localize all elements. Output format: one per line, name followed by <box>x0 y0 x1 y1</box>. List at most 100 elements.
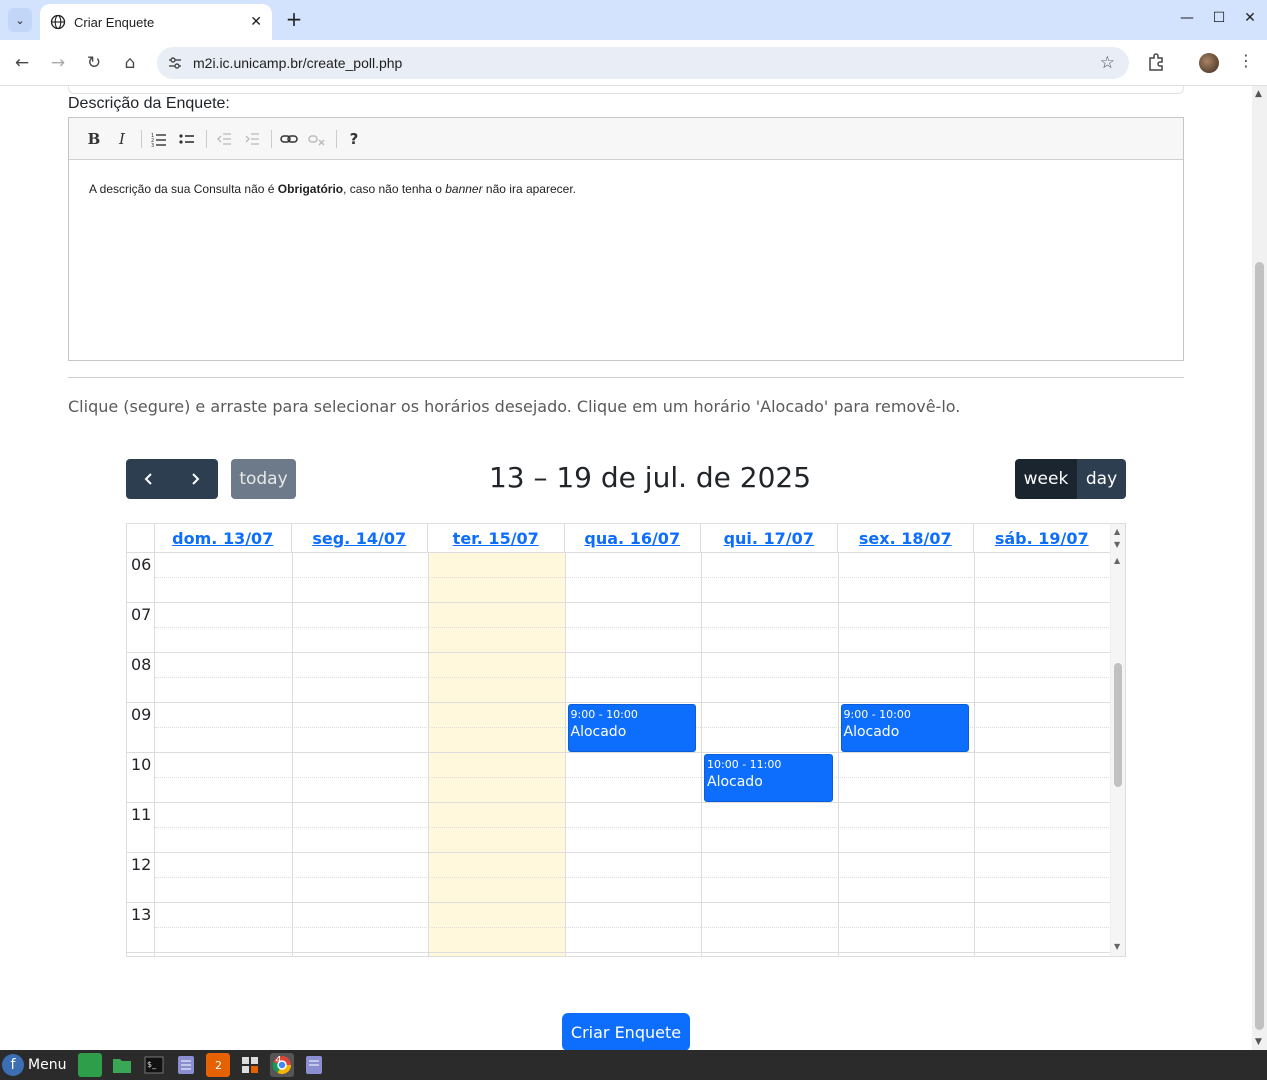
half-hour-line <box>155 677 1111 678</box>
hour-label: 13 <box>131 905 152 924</box>
time-slot-row[interactable]: 11 <box>127 803 1111 853</box>
content-italic-text: banner <box>445 182 483 196</box>
day-header-link[interactable]: sáb. 19/07 <box>974 524 1111 553</box>
hour-label: 10 <box>131 755 152 774</box>
browser-tab-strip: ⌄ Criar Enquete ✕ + — ☐ ✕ <box>0 0 1267 40</box>
bullet-list-icon[interactable] <box>174 126 200 152</box>
back-icon[interactable]: ← <box>11 52 33 74</box>
notes-icon[interactable] <box>302 1053 326 1077</box>
prev-week-button[interactable] <box>126 459 172 499</box>
time-slot-row[interactable]: 08 <box>127 653 1111 703</box>
files-icon[interactable] <box>110 1053 134 1077</box>
globe-icon <box>50 14 66 30</box>
fedora-logo-icon: f <box>2 1054 24 1076</box>
forward-icon[interactable]: → <box>47 52 69 74</box>
start-menu-button[interactable]: f Menu <box>2 1054 66 1076</box>
scroll-up-icon[interactable]: ▲ <box>1114 527 1120 536</box>
new-tab-button[interactable]: + <box>282 8 306 32</box>
url-text: m2i.ic.unicamp.br/create_poll.php <box>193 55 403 71</box>
event-title: Alocado <box>707 774 763 790</box>
allocated-event[interactable]: 9:00 - 10:00 Alocado <box>567 704 696 752</box>
page-scrollbar[interactable]: ▲ ▼ <box>1252 86 1267 1050</box>
ordered-list-icon[interactable]: 123 <box>146 126 172 152</box>
calendar-scroll-thumb[interactable] <box>1114 663 1122 787</box>
content-text: não ira aparecer. <box>482 182 576 196</box>
address-bar[interactable]: m2i.ic.unicamp.br/create_poll.php ☆ <box>157 47 1129 79</box>
desktop-icon[interactable] <box>78 1053 103 1077</box>
profile-avatar[interactable] <box>1199 53 1219 73</box>
scroll-down-icon[interactable]: ▼ <box>1114 540 1120 549</box>
day-header-link[interactable]: seg. 14/07 <box>292 524 428 553</box>
chrome-workspace-4-icon[interactable]: 4 <box>270 1053 295 1077</box>
day-header-link[interactable]: sex. 18/07 <box>838 524 974 553</box>
terminal-icon[interactable]: $_ <box>142 1053 166 1077</box>
day-header-link[interactable]: qua. 16/07 <box>565 524 701 553</box>
time-slot-row[interactable]: 07 <box>127 603 1111 653</box>
bold-button[interactable]: B <box>81 126 107 152</box>
event-title: Alocado <box>570 724 627 740</box>
tab-title: Criar Enquete <box>74 14 155 30</box>
day-view-button[interactable]: day <box>1077 459 1126 499</box>
time-slot-row[interactable]: 10 <box>127 753 1111 803</box>
indent-icon[interactable] <box>239 126 265 152</box>
workspace-2-app-icon[interactable]: 2 <box>206 1053 231 1077</box>
scroll-up-icon[interactable]: ▲ <box>1114 556 1120 565</box>
hour-label: 11 <box>131 805 152 824</box>
week-calendar[interactable]: dom. 13/07 seg. 14/07 ter. 15/07 qua. 16/07… <box>126 523 1126 957</box>
editor-content[interactable]: A descrição da sua Consulta não é Obriga… <box>69 160 1183 218</box>
minimize-icon[interactable]: — <box>1177 10 1197 26</box>
tab-search-icon[interactable]: ⌄ <box>8 8 32 32</box>
day-column-divider <box>837 553 839 956</box>
chevron-right-icon <box>192 473 200 485</box>
bookmark-star-icon[interactable]: ☆ <box>1100 53 1115 73</box>
allocated-event[interactable]: 9:00 - 10:00 Alocado <box>840 704 969 752</box>
outdent-icon[interactable] <box>211 126 237 152</box>
event-time: 9:00 - 10:00 <box>843 708 911 721</box>
scroll-up-icon[interactable]: ▲ <box>1255 89 1262 99</box>
content-bold-text: Obrigatório <box>277 182 344 196</box>
hour-label: 09 <box>131 705 152 724</box>
day-header-link[interactable]: qui. 17/07 <box>701 524 838 553</box>
calendar-scrollbar[interactable]: ▲ ▼ ▲ ▼ <box>1110 524 1125 956</box>
week-view-button[interactable]: week <box>1015 459 1077 499</box>
hour-label: 07 <box>131 605 152 624</box>
calculator-icon[interactable] <box>238 1053 262 1077</box>
today-button[interactable]: today <box>231 459 296 499</box>
italic-button[interactable]: I <box>109 126 135 152</box>
view-switcher: week day <box>1015 459 1126 499</box>
help-button[interactable]: ? <box>341 126 367 152</box>
extensions-icon[interactable] <box>1146 52 1166 72</box>
text-editor-icon[interactable] <box>174 1053 198 1077</box>
day-column-divider <box>564 553 566 956</box>
day-column-divider <box>291 553 293 956</box>
previous-field-border <box>68 86 1184 94</box>
create-poll-button[interactable]: Criar Enquete <box>562 1013 690 1050</box>
site-settings-icon[interactable] <box>167 55 183 71</box>
link-icon[interactable] <box>276 126 302 152</box>
event-time: 10:00 - 11:00 <box>707 758 782 771</box>
close-window-icon[interactable]: ✕ <box>1240 10 1260 26</box>
scroll-down-icon[interactable]: ▼ <box>1255 1037 1262 1047</box>
reload-icon[interactable]: ↻ <box>83 52 105 74</box>
close-tab-icon[interactable]: ✕ <box>250 14 262 30</box>
next-week-button[interactable] <box>172 459 218 499</box>
day-header-link[interactable]: dom. 13/07 <box>155 524 292 553</box>
time-slot-row[interactable]: 13 <box>127 903 1111 953</box>
more-menu-icon[interactable]: ⋮ <box>1238 51 1254 70</box>
toolbar-separator <box>141 129 142 148</box>
calendar-instructions: Clique (segure) e arraste para seleciona… <box>68 397 961 416</box>
browser-tab[interactable]: Criar Enquete ✕ <box>40 4 272 40</box>
time-slot-row[interactable]: 12 <box>127 853 1111 903</box>
rich-text-editor[interactable]: B I 123 ? A descrição da sua Consulta nã… <box>68 117 1184 361</box>
scroll-down-icon[interactable]: ▼ <box>1114 942 1120 951</box>
day-header-link[interactable]: ter. 15/07 <box>428 524 565 553</box>
page-scroll-thumb[interactable] <box>1255 262 1264 1030</box>
half-hour-line <box>155 777 1111 778</box>
time-slot-row[interactable]: 06 <box>127 553 1111 603</box>
home-icon[interactable]: ⌂ <box>119 52 141 74</box>
allocated-event[interactable]: 10:00 - 11:00 Alocado <box>704 754 833 802</box>
maximize-icon[interactable]: ☐ <box>1209 10 1229 26</box>
section-divider <box>68 377 1184 378</box>
unlink-icon[interactable] <box>304 126 330 152</box>
calendar-time-grid[interactable]: 06 07 08 09 10 11 12 13 9:00 - 10:00 Alocado 10:00… <box>127 553 1112 956</box>
